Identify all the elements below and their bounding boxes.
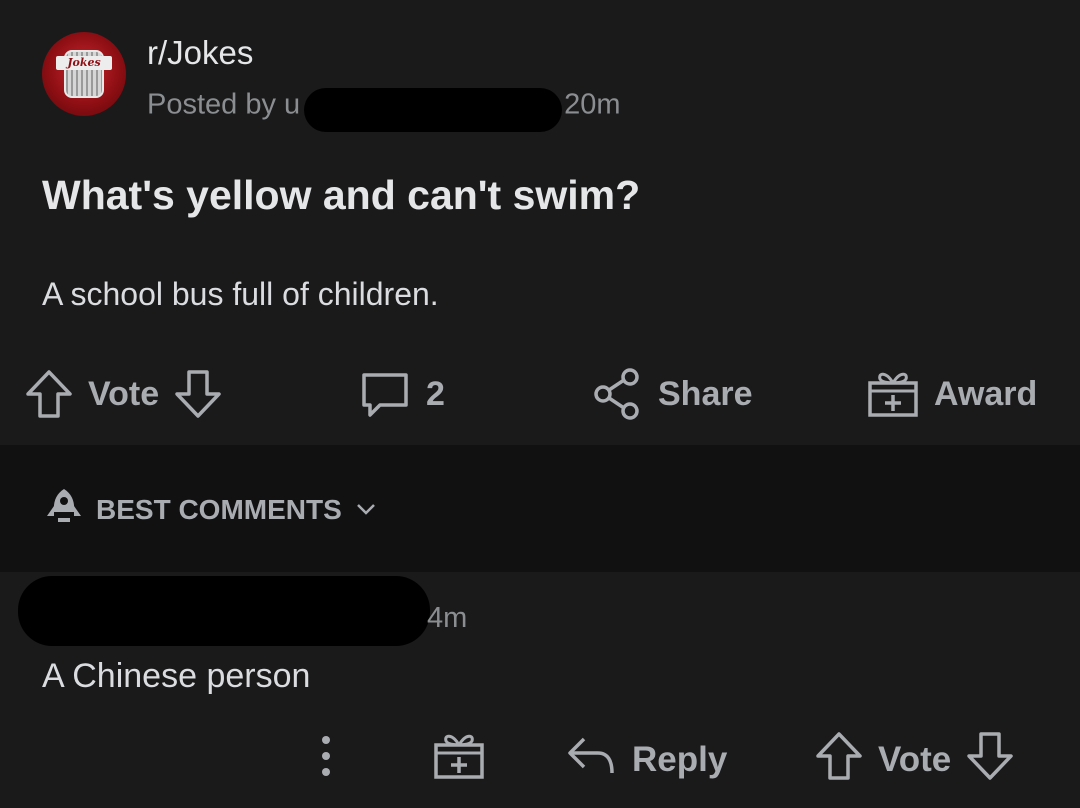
post-meta: Posted by u 20m — [147, 84, 621, 132]
subreddit-name[interactable]: r/Jokes — [147, 34, 253, 72]
share-label: Share — [658, 374, 753, 413]
gift-icon — [866, 367, 920, 421]
comment-award-button[interactable] — [432, 730, 486, 790]
post-title: What's yellow and can't swim? — [42, 172, 641, 218]
gift-icon — [432, 729, 486, 792]
post-age: 20m — [564, 88, 621, 121]
avatar-logo-text: Jokes — [56, 56, 112, 70]
comment-age: 4m — [427, 602, 468, 634]
comment-more-button[interactable] — [312, 730, 340, 790]
downvote-icon[interactable] — [173, 368, 223, 420]
subreddit-avatar[interactable]: Jokes — [42, 32, 126, 116]
sort-label: BEST COMMENTS — [96, 493, 342, 525]
award-button[interactable]: Award — [866, 364, 1037, 424]
post-vote-control: Vote — [24, 364, 223, 424]
post-vote-label: Vote — [88, 374, 160, 413]
reply-arrow-icon — [564, 731, 618, 790]
comment-count: 2 — [426, 374, 445, 413]
posted-by-text: Posted by u — [147, 88, 301, 121]
award-label: Award — [934, 374, 1038, 413]
reply-label: Reply — [632, 740, 728, 779]
upvote-icon[interactable] — [814, 730, 864, 791]
reply-button[interactable]: Reply — [564, 730, 727, 790]
comment-vote-control: Vote — [814, 730, 1015, 790]
sort-dropdown[interactable]: BEST COMMENTS — [44, 486, 378, 533]
upvote-icon[interactable] — [24, 368, 74, 420]
more-vertical-icon — [312, 731, 340, 790]
share-icon — [592, 367, 644, 421]
comment-bubble-icon — [358, 367, 412, 421]
comments-button[interactable]: 2 — [358, 364, 445, 424]
comment-vote-label: Vote — [878, 740, 952, 779]
rocket-icon — [44, 486, 84, 533]
share-button[interactable]: Share — [592, 364, 753, 424]
comment-body: A Chinese person — [42, 657, 311, 695]
downvote-icon[interactable] — [965, 730, 1015, 791]
username-redaction — [304, 88, 563, 132]
commenter-redaction — [18, 576, 430, 646]
post-body: A school bus full of children. — [42, 276, 439, 312]
chevron-down-icon — [354, 494, 378, 526]
